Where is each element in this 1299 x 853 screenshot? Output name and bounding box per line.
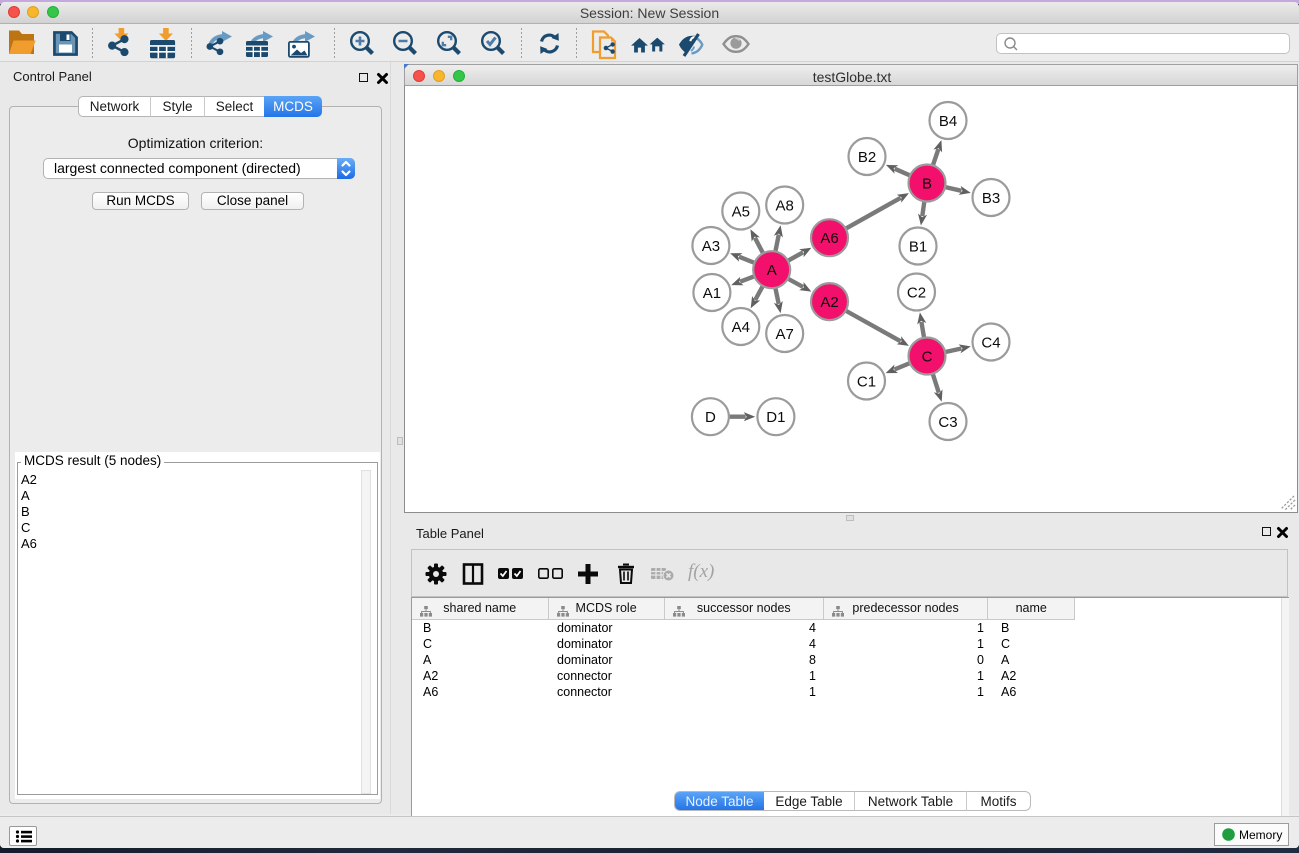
svg-text:A4: A4 [732, 319, 750, 336]
svg-text:B1: B1 [909, 239, 927, 256]
svg-text:D: D [705, 409, 716, 426]
svg-text:B3: B3 [982, 190, 1000, 207]
svg-text:A8: A8 [776, 198, 794, 215]
svg-text:A6: A6 [820, 230, 838, 247]
svg-text:B2: B2 [858, 149, 876, 166]
svg-text:A7: A7 [776, 326, 794, 343]
svg-text:C1: C1 [857, 374, 876, 391]
svg-text:D1: D1 [766, 409, 785, 426]
svg-text:A3: A3 [702, 238, 720, 255]
svg-text:B: B [922, 176, 932, 193]
svg-text:B4: B4 [939, 113, 957, 130]
svg-text:C3: C3 [938, 414, 957, 431]
svg-text:A5: A5 [732, 204, 750, 221]
svg-text:A: A [767, 262, 777, 279]
svg-text:A1: A1 [703, 285, 721, 302]
svg-text:A2: A2 [820, 294, 838, 311]
svg-text:C: C [922, 349, 933, 366]
svg-text:C2: C2 [907, 285, 926, 302]
svg-text:C4: C4 [981, 335, 1000, 352]
